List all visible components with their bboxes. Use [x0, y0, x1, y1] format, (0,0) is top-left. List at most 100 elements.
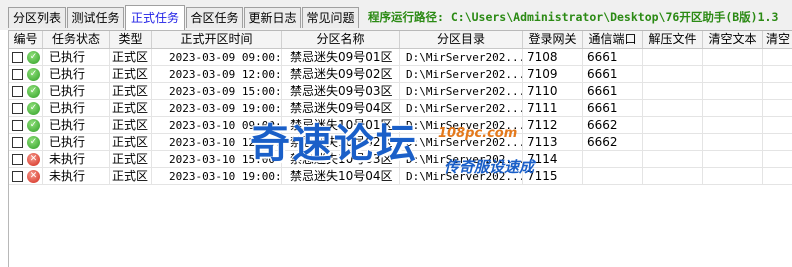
tab-merge-tasks[interactable]: 合区任务: [186, 7, 243, 28]
row-checkbox[interactable]: [12, 120, 23, 131]
cell-name: 禁忌迷失09号04区: [282, 100, 400, 117]
task-table[interactable]: 编号 任务状态 类型 正式开区时间 分区名称 分区目录 登录网关 通信端口 解压…: [8, 30, 792, 267]
row-select-cell: ✓: [9, 49, 43, 66]
cross-circle-icon: ✕: [27, 170, 40, 183]
column-header-clear-text[interactable]: 清空文本: [703, 31, 763, 48]
column-header-id[interactable]: 编号: [9, 31, 43, 48]
column-header-comm-port[interactable]: 通信端口: [583, 31, 643, 48]
tab-partition-list[interactable]: 分区列表: [8, 7, 66, 28]
cell-clear: [763, 168, 792, 185]
column-header-unzip-file[interactable]: 解压文件: [643, 31, 703, 48]
table-row[interactable]: ✕未执行正式区2023-03-10 15:00:00禁忌迷失10号03区D:\M…: [9, 151, 792, 168]
cell-clear: [763, 117, 792, 134]
cell-name: 禁忌迷失10号01区: [282, 117, 400, 134]
column-header-open-time[interactable]: 正式开区时间: [152, 31, 282, 48]
check-circle-icon: ✓: [27, 136, 40, 149]
cell-status: 已执行: [43, 83, 110, 100]
cell-dir: D:\MirServer202...: [400, 66, 523, 83]
table-row[interactable]: ✓已执行正式区2023-03-10 12:00:00禁忌迷失10号02区D:\M…: [9, 134, 792, 151]
cell-cleartext: [703, 100, 763, 117]
cell-time: 2023-03-10 12:00:00: [152, 134, 282, 151]
row-checkbox[interactable]: [12, 137, 23, 148]
cell-port: 6661: [583, 66, 643, 83]
cell-clear: [763, 66, 792, 83]
cell-cleartext: [703, 49, 763, 66]
table-row[interactable]: ✓已执行正式区2023-03-09 09:00:00禁忌迷失09号01区D:\M…: [9, 49, 792, 66]
program-path-label: 程序运行路径: C:\Users\Administrator\Desktop\7…: [368, 10, 779, 24]
cell-gateway: 7113: [523, 134, 583, 151]
cell-dir: D:\MirServer202...: [400, 117, 523, 134]
cell-type: 正式区: [110, 168, 152, 185]
cell-name: 禁忌迷失09号01区: [282, 49, 400, 66]
cell-status: 未执行: [43, 168, 110, 185]
cell-unzip: [643, 151, 703, 168]
tab-faq[interactable]: 常见问题: [302, 7, 359, 28]
tab-formal-tasks[interactable]: 正式任务: [125, 5, 185, 30]
cell-gateway: 7111: [523, 100, 583, 117]
cross-circle-icon: ✕: [27, 153, 40, 166]
cell-gateway: 7114: [523, 151, 583, 168]
check-circle-icon: ✓: [27, 85, 40, 98]
row-select-cell: ✓: [9, 100, 43, 117]
row-select-cell: ✕: [9, 168, 43, 185]
cell-time: 2023-03-10 09:00:00: [152, 117, 282, 134]
column-header-login-gateway[interactable]: 登录网关: [523, 31, 583, 48]
row-checkbox[interactable]: [12, 52, 23, 63]
check-circle-icon: ✓: [27, 102, 40, 115]
column-header-status[interactable]: 任务状态: [43, 31, 110, 48]
cell-unzip: [643, 49, 703, 66]
check-circle-icon: ✓: [27, 68, 40, 81]
cell-time: 2023-03-09 19:00:00: [152, 100, 282, 117]
cell-time: 2023-03-09 12:00:00: [152, 66, 282, 83]
cell-port: 6662: [583, 117, 643, 134]
cell-gateway: 7115: [523, 168, 583, 185]
cell-time: 2023-03-10 19:00:00: [152, 168, 282, 185]
cell-port: [583, 168, 643, 185]
cell-type: 正式区: [110, 117, 152, 134]
cell-type: 正式区: [110, 83, 152, 100]
table-row[interactable]: ✓已执行正式区2023-03-09 19:00:00禁忌迷失09号04区D:\M…: [9, 100, 792, 117]
check-circle-icon: ✓: [27, 119, 40, 132]
cell-gateway: 7110: [523, 83, 583, 100]
cell-unzip: [643, 134, 703, 151]
row-checkbox[interactable]: [12, 103, 23, 114]
cell-clear: [763, 100, 792, 117]
cell-time: 2023-03-09 09:00:00: [152, 49, 282, 66]
cell-dir: D:\MirServer202...: [400, 168, 523, 185]
cell-clear: [763, 83, 792, 100]
tab-test-tasks[interactable]: 测试任务: [67, 7, 124, 28]
cell-type: 正式区: [110, 151, 152, 168]
cell-status: 已执行: [43, 49, 110, 66]
row-checkbox[interactable]: [12, 154, 23, 165]
cell-unzip: [643, 168, 703, 185]
cell-cleartext: [703, 151, 763, 168]
table-row[interactable]: ✕未执行正式区2023-03-10 19:00:00禁忌迷失10号04区D:\M…: [9, 168, 792, 185]
table-row[interactable]: ✓已执行正式区2023-03-09 15:00:00禁忌迷失09号03区D:\M…: [9, 83, 792, 100]
column-header-partition-dir[interactable]: 分区目录: [400, 31, 523, 48]
column-header-clear[interactable]: 清空: [763, 31, 792, 48]
row-checkbox[interactable]: [12, 86, 23, 97]
cell-unzip: [643, 66, 703, 83]
cell-dir: D:\MirServer202...: [400, 100, 523, 117]
cell-clear: [763, 49, 792, 66]
cell-status: 已执行: [43, 66, 110, 83]
cell-cleartext: [703, 66, 763, 83]
row-select-cell: ✕: [9, 151, 43, 168]
column-header-type[interactable]: 类型: [110, 31, 152, 48]
cell-name: 禁忌迷失10号04区: [282, 168, 400, 185]
tab-update-log[interactable]: 更新日志: [244, 7, 301, 28]
cell-type: 正式区: [110, 66, 152, 83]
row-select-cell: ✓: [9, 117, 43, 134]
cell-dir: D:\MirServer202...: [400, 134, 523, 151]
cell-status: 未执行: [43, 151, 110, 168]
table-row[interactable]: ✓已执行正式区2023-03-09 12:00:00禁忌迷失09号02区D:\M…: [9, 66, 792, 83]
column-header-partition-name[interactable]: 分区名称: [282, 31, 400, 48]
row-checkbox[interactable]: [12, 69, 23, 80]
cell-dir: D:\MirServer202...: [400, 83, 523, 100]
table-row[interactable]: ✓已执行正式区2023-03-10 09:00:00禁忌迷失10号01区D:\M…: [9, 117, 792, 134]
cell-type: 正式区: [110, 100, 152, 117]
row-checkbox[interactable]: [12, 171, 23, 182]
cell-status: 已执行: [43, 117, 110, 134]
row-select-cell: ✓: [9, 66, 43, 83]
tab-bar: 分区列表 测试任务 正式任务 合区任务 更新日志 常见问题 程序运行路径: C:…: [0, 0, 792, 30]
